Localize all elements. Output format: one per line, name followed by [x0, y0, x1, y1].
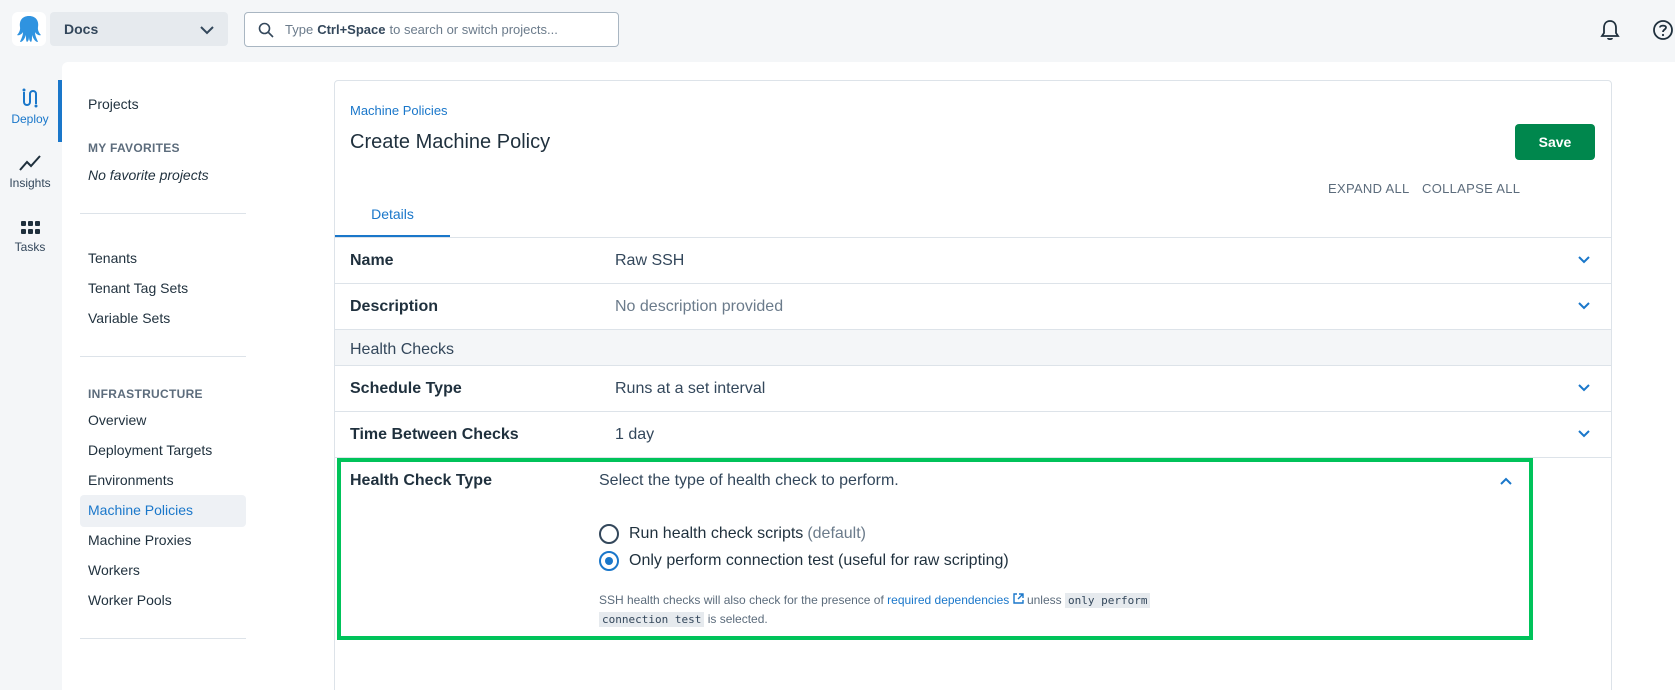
radio-connection-test-only[interactable]: Only perform connection test (useful for…	[599, 551, 1009, 571]
health-check-type-expanded-row: Health Check Type Select the type of hea…	[337, 458, 1533, 640]
rail-item-label: Deploy	[11, 112, 49, 126]
policy-form-card: Machine Policies Create Machine Policy S…	[334, 80, 1612, 690]
radio-run-health-check-scripts[interactable]: Run health check scripts (default)	[599, 524, 866, 544]
deploy-icon	[22, 88, 38, 108]
chevron-down-icon	[200, 26, 214, 35]
note-text: unless	[1026, 593, 1062, 607]
search-placeholder-prefix: Type	[285, 22, 314, 37]
space-name: Docs	[64, 21, 99, 37]
sidebar-item-overview[interactable]: Overview	[88, 412, 146, 428]
sidebar-item-environments[interactable]: Environments	[88, 472, 174, 488]
rail-item-label: Insights	[9, 176, 51, 190]
save-button[interactable]: Save	[1515, 124, 1595, 160]
radio-button-unchecked[interactable]	[599, 524, 619, 544]
schedule-type-label: Schedule Type	[350, 380, 462, 397]
breadcrumb[interactable]: Machine Policies	[350, 103, 448, 118]
sidebar-divider	[80, 356, 246, 357]
sidebar-divider	[80, 638, 246, 639]
section-health-checks: Health Checks	[335, 330, 1611, 366]
bell-icon[interactable]	[1600, 19, 1620, 41]
secondary-sidebar: Projects MY FAVORITES No favorite projec…	[62, 62, 262, 690]
search-input[interactable]: Type Ctrl+Space to search or switch proj…	[244, 12, 619, 47]
sidebar-item-tenant-tag-sets[interactable]: Tenant Tag Sets	[88, 280, 188, 296]
chevron-down-icon[interactable]	[1577, 429, 1591, 439]
sidebar-item-projects[interactable]: Projects	[88, 96, 139, 112]
octopus-logo-icon	[17, 16, 41, 42]
rail-item-deploy[interactable]: Deploy	[0, 88, 60, 126]
sidebar-item-machine-proxies[interactable]: Machine Proxies	[88, 532, 192, 548]
sidebar-item-machine-policies[interactable]: Machine Policies	[88, 502, 193, 518]
radio-label: Only perform connection test (useful for…	[629, 552, 1009, 569]
sidebar-item-variable-sets[interactable]: Variable Sets	[88, 310, 170, 326]
rail-item-insights[interactable]: Insights	[0, 154, 60, 190]
time-between-checks-value: 1 day	[615, 426, 655, 443]
insights-icon	[19, 155, 41, 171]
sidebar-heading-favorites: MY FAVORITES	[88, 141, 180, 155]
help-icon[interactable]	[1652, 19, 1674, 41]
page-title: Create Machine Policy	[350, 131, 551, 153]
description-row[interactable]: Description No description provided	[335, 284, 1611, 330]
link-text: required dependencies	[887, 593, 1010, 607]
name-value: Raw SSH	[615, 252, 685, 269]
sidebar-item-tenants[interactable]: Tenants	[88, 250, 137, 266]
chevron-down-icon[interactable]	[1577, 383, 1591, 393]
primary-nav-rail: Deploy Insights Tasks	[0, 60, 62, 690]
sidebar-heading-infrastructure: INFRASTRUCTURE	[88, 387, 203, 401]
sidebar-item-deployment-targets[interactable]: Deployment Targets	[88, 442, 212, 458]
health-check-type-help: Select the type of health check to perfo…	[599, 472, 899, 489]
section-title: Health Checks	[350, 341, 455, 358]
top-bar: Docs Type Ctrl+Space to search or switch…	[0, 0, 1675, 60]
description-value: No description provided	[615, 298, 784, 315]
chevron-down-icon[interactable]	[1577, 301, 1591, 311]
tab-details[interactable]: Details	[335, 201, 450, 237]
schedule-type-row[interactable]: Schedule Type Runs at a set interval	[335, 366, 1611, 412]
name-label: Name	[350, 252, 394, 269]
note-text: is selected.	[707, 612, 768, 626]
inline-code: connection test	[599, 612, 705, 627]
time-between-checks-row[interactable]: Time Between Checks 1 day	[335, 412, 1611, 458]
octopus-logo[interactable]	[12, 12, 46, 46]
search-icon	[258, 22, 274, 38]
required-dependencies-link[interactable]: required dependencies	[887, 593, 1024, 607]
rail-item-label: Tasks	[14, 240, 46, 254]
external-link-icon	[1012, 593, 1024, 604]
tasks-icon	[21, 221, 40, 234]
search-placeholder-suffix: to search or switch projects...	[389, 22, 558, 37]
health-check-type-label: Health Check Type	[350, 472, 492, 489]
chevron-down-icon[interactable]	[1577, 255, 1591, 265]
note-text: SSH health checks will also check for th…	[599, 593, 884, 607]
sidebar-item-workers[interactable]: Workers	[88, 562, 140, 578]
description-label: Description	[350, 298, 439, 315]
schedule-type-value: Runs at a set interval	[615, 380, 766, 397]
collapse-all-button[interactable]: COLLAPSE ALL	[1422, 181, 1520, 196]
time-between-checks-label: Time Between Checks	[350, 426, 519, 443]
sidebar-item-worker-pools[interactable]: Worker Pools	[88, 592, 172, 608]
radio-label: Run health check scripts	[629, 525, 804, 542]
name-row[interactable]: Name Raw SSH	[335, 238, 1611, 284]
radio-button-checked[interactable]	[599, 551, 619, 571]
expand-all-button[interactable]: EXPAND ALL	[1328, 181, 1410, 196]
space-selector[interactable]: Docs	[50, 12, 228, 46]
sidebar-favorites-empty: No favorite projects	[88, 167, 209, 183]
main-content: Machine Policies Create Machine Policy S…	[262, 62, 1675, 690]
search-shortcut: Ctrl+Space	[317, 22, 386, 37]
ssh-health-check-note: SSH health checks will also check for th…	[599, 591, 1159, 629]
radio-default-note: (default)	[807, 525, 867, 542]
rail-item-tasks[interactable]: Tasks	[0, 220, 60, 254]
chevron-up-icon[interactable]	[1499, 476, 1513, 486]
sidebar-divider	[80, 213, 246, 214]
inline-code: only perform	[1064, 593, 1151, 608]
